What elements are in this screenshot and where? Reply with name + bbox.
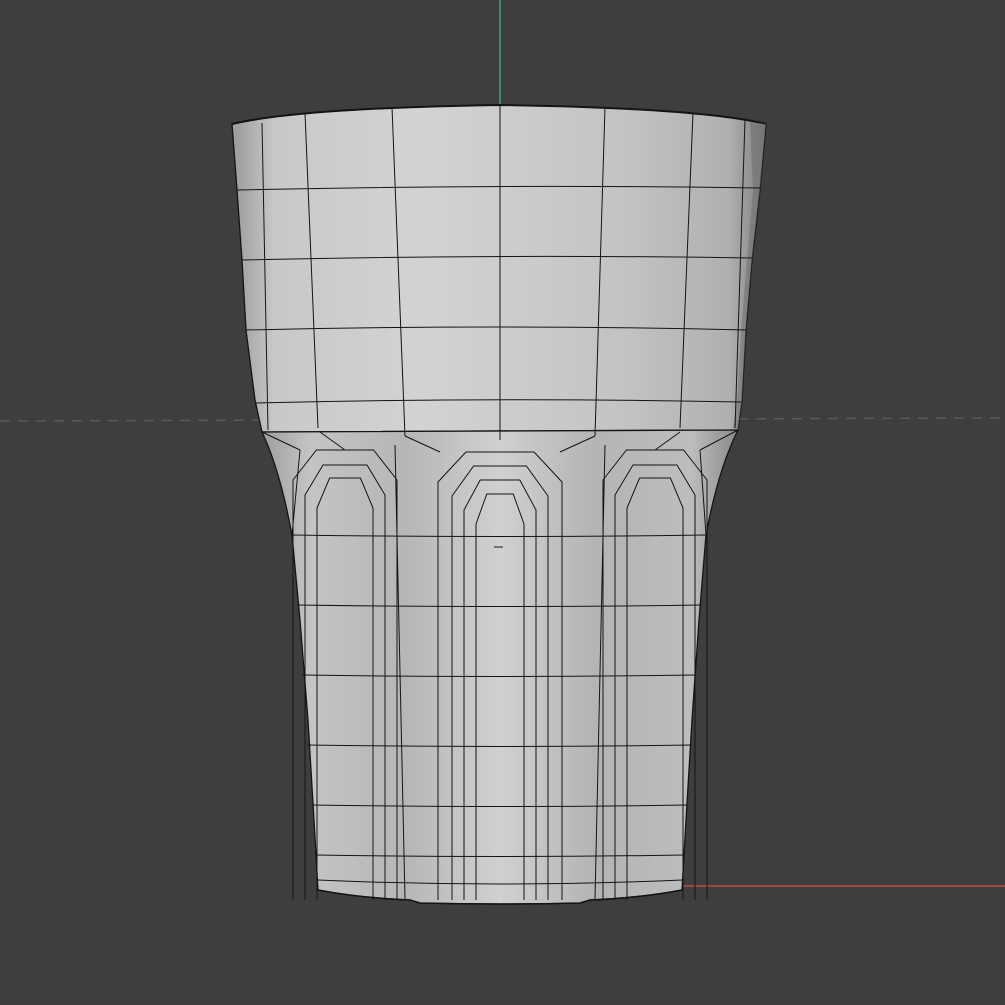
glass-lower-body (260, 429, 740, 905)
viewport-scene (0, 0, 1005, 905)
glass-upper-body (231, 104, 767, 433)
glass-mesh[interactable] (231, 103, 767, 905)
3d-viewport[interactable] (0, 0, 1005, 1005)
